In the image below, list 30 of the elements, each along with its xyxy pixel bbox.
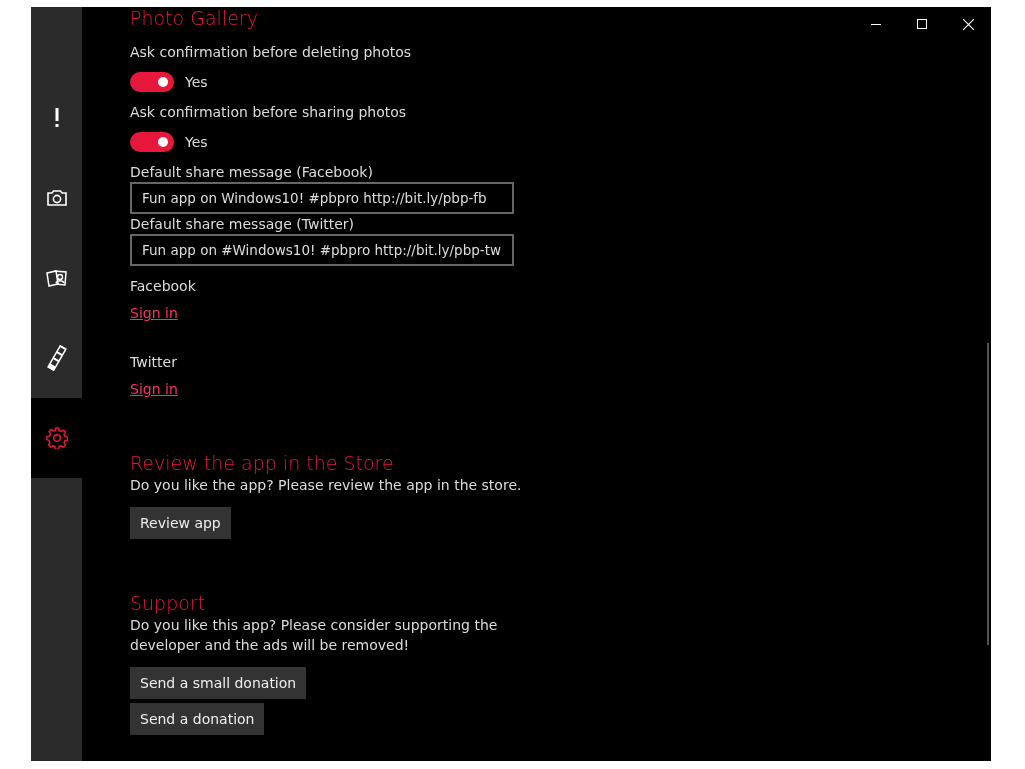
account-label: Twitter	[130, 353, 178, 372]
exclamation-icon	[53, 108, 60, 128]
description-text: Do you like the app? Please review the app in the store.	[130, 476, 523, 495]
description-text: Do you like this app? Please consider supporting the developer and the ads will be removed!	[130, 616, 499, 655]
camera-icon	[46, 190, 67, 206]
close-icon	[962, 18, 974, 30]
setting-label: Default share message (Facebook)	[130, 163, 374, 182]
input-field[interactable]: Fun app on #Windows10! #pbpro http://bit.ly/pbp-tw	[130, 234, 514, 266]
maximize-icon	[917, 19, 927, 29]
scrollbar[interactable]	[987, 343, 989, 645]
section-heading: Support	[130, 591, 206, 615]
toggle-switch[interactable]	[130, 132, 174, 152]
toggle-label: Yes	[185, 73, 208, 92]
sign-in-link[interactable]: Sign in	[130, 379, 178, 399]
setting-label: Ask confirmation before sharing photos	[130, 103, 408, 122]
settings-icon	[45, 427, 68, 449]
action-button[interactable]: Review app	[130, 507, 231, 539]
sign-in-link[interactable]: Sign in	[130, 303, 178, 323]
minimize-icon	[871, 23, 881, 25]
setting-label: Default share message (Twitter)	[130, 215, 356, 234]
action-button[interactable]: Send a small donation	[130, 667, 307, 699]
toggle-label: Yes	[185, 133, 208, 152]
setting-label: Ask confirmation before deleting photos	[130, 43, 413, 62]
action-button[interactable]: Send a donation	[130, 703, 265, 735]
photos-icon	[44, 268, 69, 288]
section-heading: Photo Gallery	[130, 7, 258, 30]
account-label: Facebook	[130, 277, 197, 296]
input-field[interactable]: Fun app on Windows10! #pbpro http://bit.ly/pbp-fb	[130, 182, 514, 214]
toggle-switch[interactable]	[130, 72, 174, 92]
section-heading: Review the app in the Store	[130, 451, 394, 475]
